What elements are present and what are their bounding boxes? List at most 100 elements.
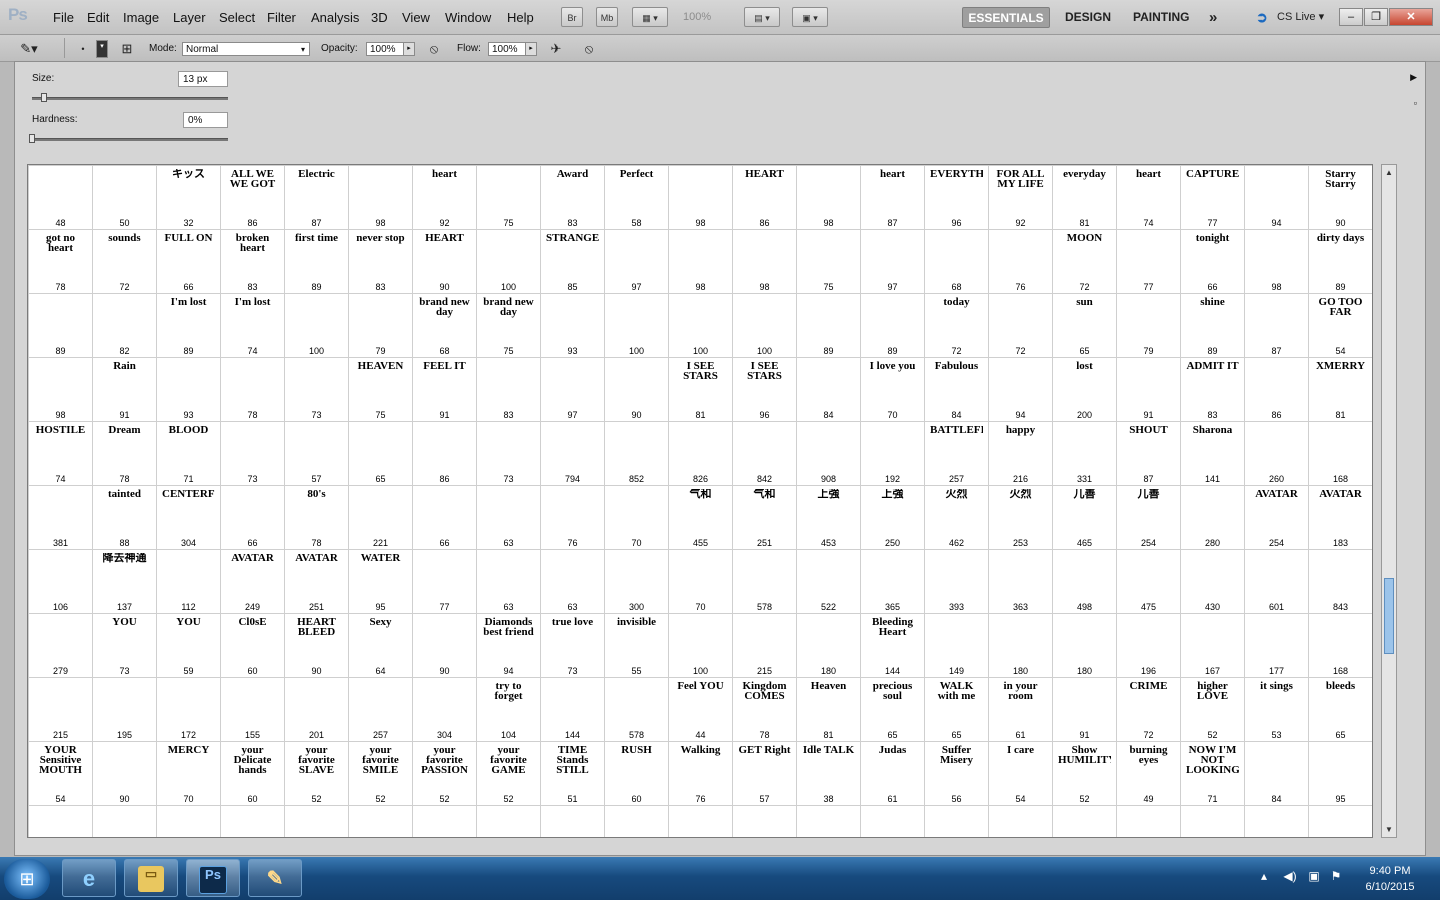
brush-preset-cell[interactable]: 93 [541,294,604,357]
brush-tool-icon[interactable]: ✎▾ [20,40,38,58]
brush-preset-cell[interactable]: 280 [1181,486,1244,549]
brush-preset-cell[interactable]: 100 [285,294,348,357]
brush-preset-cell[interactable] [413,806,476,837]
brush-preset-cell[interactable]: AVATAR 251 [285,550,348,613]
brush-preset-cell[interactable]: AVATAR 254 [1245,486,1308,549]
brush-preset-cell[interactable]: lost 200 [1053,358,1116,421]
brush-preset-cell[interactable]: 98 [733,230,796,293]
brush-preset-cell[interactable]: 430 [1181,550,1244,613]
brush-preset-cell[interactable]: 50 [93,166,156,229]
brush-preset-cell[interactable]: 221 [349,486,412,549]
brush-preset-cell[interactable]: HEART BLEED 90 [285,614,348,677]
brush-preset-cell[interactable]: 393 [925,550,988,613]
bridge-button[interactable]: Br [561,7,583,27]
menu-filter[interactable]: Filter [267,10,296,25]
new-preset-icon[interactable]: ▫ [1414,98,1417,108]
brush-preset-cell[interactable]: HOSTILE 74 [29,422,92,485]
brush-preset-cell[interactable]: BLOOD 71 [157,422,220,485]
brush-preset-cell[interactable]: 826 [669,422,732,485]
brush-preset-cell[interactable]: 100 [669,614,732,677]
clock[interactable]: 9:40 PM 6/10/2015 [1355,863,1425,895]
menu-file[interactable]: File [53,10,74,25]
brush-preset-cell[interactable]: FEEL IT 91 [413,358,476,421]
brush-preset-cell[interactable]: Walking 76 [669,742,732,805]
scroll-down-icon[interactable]: ▼ [1383,823,1395,836]
brush-preset-cell[interactable]: 144 [541,678,604,741]
brush-preset-cell[interactable]: true love 73 [541,614,604,677]
brush-preset-cell[interactable]: your favorite SMILE 52 [349,742,412,805]
brush-preset-cell[interactable] [541,806,604,837]
brush-preset-cell[interactable]: Sexy 64 [349,614,412,677]
brush-panel-toggle-icon[interactable]: ⊞ [118,40,136,58]
brush-preset-cell[interactable]: 98 [669,230,732,293]
brush-preset-cell[interactable]: brand new day 75 [477,294,540,357]
brush-preset-cell[interactable]: your Delicate hands 60 [221,742,284,805]
start-button[interactable]: ⊞ [4,859,50,899]
brush-preset-cell[interactable] [861,806,924,837]
brush-preset-cell[interactable]: brand new day 68 [413,294,476,357]
brush-preset-cell[interactable]: MERCY 70 [157,742,220,805]
brush-preset-cell[interactable]: 365 [861,550,924,613]
brush-preset-cell[interactable]: precious soul 65 [861,678,924,741]
brush-preset-cell[interactable]: 48 [29,166,92,229]
brush-preset-cell[interactable]: YOU 73 [93,614,156,677]
size-pressure-icon[interactable]: ⦸ [580,40,598,58]
brush-preset-cell[interactable]: broken heart 83 [221,230,284,293]
brush-preset-cell[interactable]: 84 [1245,742,1308,805]
brush-preset-cell[interactable]: Kingdom COMES 78 [733,678,796,741]
menu-select[interactable]: Select [219,10,255,25]
brush-preset-cell[interactable]: 89 [29,294,92,357]
menu-image[interactable]: Image [123,10,159,25]
zoom-level[interactable]: 100% [683,11,711,23]
brush-preset-cell[interactable]: got no heart 78 [29,230,92,293]
brush-preset-cell[interactable]: 93 [157,358,220,421]
brush-preset-cell[interactable]: in your room 61 [989,678,1052,741]
brush-preset-cell[interactable]: try to forget 104 [477,678,540,741]
flow-slider-arrow-icon[interactable]: ▸ [525,42,537,56]
brush-preset-cell[interactable]: 73 [285,358,348,421]
brush-preset-cell[interactable]: happy 216 [989,422,1052,485]
brush-preset-cell[interactable]: 降去神通 137 [93,550,156,613]
cs-live-button[interactable]: CS Live ▾ [1277,7,1324,28]
brush-preset-cell[interactable]: 89 [797,294,860,357]
brush-preset-cell[interactable]: 65 [349,422,412,485]
brush-preset-cell[interactable]: 84 [797,358,860,421]
brush-preset-cell[interactable]: Idle TALK 38 [797,742,860,805]
show-hidden-icons-icon[interactable]: ▴ [1256,869,1272,887]
brush-preset-cell[interactable]: Electric 87 [285,166,348,229]
brush-preset-cell[interactable]: never stop 83 [349,230,412,293]
hardness-slider-thumb[interactable] [29,134,35,143]
brush-preset-cell[interactable]: 91 [1117,358,1180,421]
brush-preset-picker-icon[interactable]: • [74,40,92,58]
brush-preset-cell[interactable]: 180 [1053,614,1116,677]
brush-preset-cell[interactable]: 70 [605,486,668,549]
brush-preset-cell[interactable]: 106 [29,550,92,613]
brush-preset-cell[interactable]: 257 [349,678,412,741]
brush-preset-cell[interactable]: 火烈 462 [925,486,988,549]
brush-preset-cell[interactable]: 68 [925,230,988,293]
brush-preset-cell[interactable]: sounds 72 [93,230,156,293]
brush-preset-cell[interactable]: 215 [29,678,92,741]
brush-preset-cell[interactable]: HEAVEN 75 [349,358,412,421]
brush-preset-cell[interactable]: I SEE STARS 81 [669,358,732,421]
brush-preset-cell[interactable] [1309,806,1372,837]
brush-preset-cell[interactable]: 87 [1245,294,1308,357]
hardness-field[interactable]: 0% [183,112,228,128]
menu-window[interactable]: Window [445,10,491,25]
brush-preset-cell[interactable]: 578 [733,550,796,613]
brush-preset-cell[interactable]: your favorite GAME 52 [477,742,540,805]
brush-preset-cell[interactable]: it sings 53 [1245,678,1308,741]
brush-preset-cell[interactable]: sun 65 [1053,294,1116,357]
brush-preset-cell[interactable]: 儿善 254 [1117,486,1180,549]
close-button[interactable]: ✕ [1389,8,1433,26]
brush-preset-cell[interactable]: 63 [541,550,604,613]
brush-picker-arrow-icon[interactable]: ▾ [96,40,108,58]
brush-preset-cell[interactable]: キッス 32 [157,166,220,229]
workspace-painting[interactable]: PAINTING [1133,7,1189,28]
panel-menu-icon[interactable]: ▶ [1410,72,1417,83]
brush-preset-cell[interactable]: Starry Starry 90 [1309,166,1372,229]
brush-preset-cell[interactable]: 75 [477,166,540,229]
brush-preset-cell[interactable]: 843 [1309,550,1372,613]
brush-preset-cell[interactable]: 149 [925,614,988,677]
brush-preset-cell[interactable]: 90 [93,742,156,805]
